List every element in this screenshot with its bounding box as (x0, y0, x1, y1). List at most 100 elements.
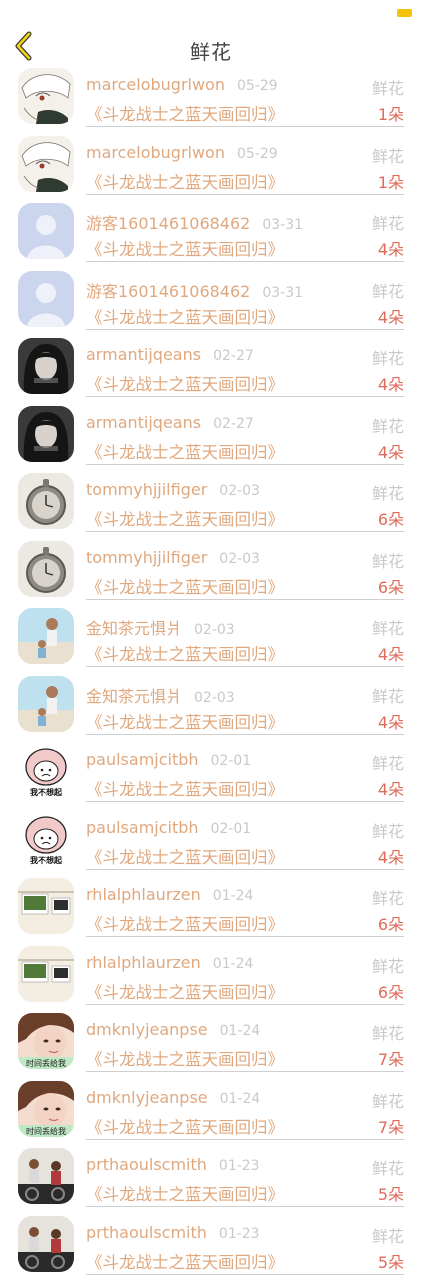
user-name[interactable]: tommyhjjilfiger 02-03 (86, 480, 260, 499)
list-item[interactable]: rhlalphlaurzen 01-24 《斗龙战士之蓝天画回归》 鲜花 6朵 (0, 944, 422, 1012)
book-title[interactable]: 《斗龙战士之蓝天画回归》 (86, 1046, 284, 1070)
list-item[interactable]: marcelobugrlwon 05-29 《斗龙战士之蓝天画回归》 鲜花 1朵 (0, 66, 422, 134)
row-divider (86, 1071, 404, 1072)
gift-date: 02-03 (219, 550, 260, 567)
book-title[interactable]: 《斗龙战士之蓝天画回归》 (86, 574, 284, 598)
avatar[interactable] (18, 473, 74, 529)
list-item[interactable]: 时间丢给我 dmknlyjeanpse 01-24 《斗龙战士之蓝天画回归》 鲜花 7朵 (0, 1011, 422, 1079)
row-divider (86, 598, 404, 600)
list-item[interactable]: tommyhjjilfiger 02-03 《斗龙战士之蓝天画回归》 鲜花 6朵 (0, 539, 422, 607)
user-name[interactable]: 游客1601461068462 03-31 (86, 210, 303, 234)
gift-date: 03-31 (262, 284, 304, 301)
gift-date: 01-24 (219, 1090, 261, 1107)
book-title[interactable]: 《斗龙战士之蓝天画回归》 (86, 776, 284, 800)
avatar[interactable]: 我不想起 (18, 743, 74, 799)
user-name[interactable]: rhlalphlaurzen 01-24 (86, 885, 253, 904)
book-title[interactable]: 《斗龙战士之蓝天画回归》 (86, 1114, 284, 1138)
user-name[interactable]: marcelobugrlwon 05-29 (86, 75, 278, 94)
avatar[interactable] (18, 135, 74, 192)
book-title[interactable]: 《斗龙战士之蓝天画回归》 (86, 371, 284, 395)
user-name-text: rhlalphlaurzen (86, 952, 201, 972)
avatar[interactable] (18, 945, 74, 1002)
nav-header: 鲜花 (0, 26, 422, 66)
list-item[interactable]: 金知茶元惧爿 02-03 《斗龙战士之蓝天画回归》 鲜花 4朵 (0, 674, 422, 742)
avatar[interactable] (18, 203, 74, 259)
user-name[interactable]: armantijqeans 02-27 (86, 413, 254, 432)
user-name[interactable]: marcelobugrlwon 05-29 (86, 143, 278, 162)
avatar[interactable] (18, 1215, 74, 1272)
book-title[interactable]: 《斗龙战士之蓝天画回归》 (86, 304, 284, 328)
book-title[interactable]: 《斗龙战士之蓝天画回归》 (86, 911, 284, 935)
user-name[interactable]: rhlalphlaurzen 01-24 (86, 953, 253, 972)
user-name[interactable]: 金知茶元惧爿 02-03 (86, 683, 235, 707)
list-item[interactable]: 我不想起 paulsamjcitbh 02-01 《斗龙战士之蓝天画回归》 鲜花 4朵 (0, 741, 422, 809)
row-divider (86, 733, 404, 735)
list-item[interactable]: 金知茶元惧爿 02-03 《斗龙战士之蓝天画回归》 鲜花 4朵 (0, 606, 422, 674)
list-item[interactable]: 游客1601461068462 03-31 《斗龙战士之蓝天画回归》 鲜花 4朵 (0, 201, 422, 269)
gift-type: 鲜花 (371, 214, 404, 233)
list-item[interactable]: prthaoulscmith 01-23 《斗龙战士之蓝天画回归》 鲜花 5朵 (0, 1214, 422, 1280)
gift-type: 鲜花 (371, 1226, 404, 1246)
user-name-text: prthaoulscmith (86, 1155, 207, 1174)
gift-count: 4朵 (377, 307, 404, 327)
avatar[interactable] (18, 1148, 74, 1204)
user-name[interactable]: 游客1601461068462 03-31 (86, 278, 303, 302)
avatar[interactable] (18, 405, 74, 462)
book-title[interactable]: 《斗龙战士之蓝天画回归》 (86, 641, 284, 665)
avatar[interactable] (18, 675, 74, 732)
avatar[interactable] (18, 878, 74, 934)
avatar[interactable]: 我不想起 (18, 810, 74, 867)
gift-count: 4朵 (377, 645, 404, 664)
list-item[interactable]: prthaoulscmith 01-23 《斗龙战士之蓝天画回归》 鲜花 5朵 (0, 1146, 422, 1214)
book-title[interactable]: 《斗龙战士之蓝天画回归》 (86, 236, 284, 260)
avatar[interactable]: 时间丢给我 (18, 1013, 74, 1069)
book-title[interactable]: 《斗龙战士之蓝天画回归》 (86, 506, 284, 530)
list-item[interactable]: tommyhjjilfiger 02-03 《斗龙战士之蓝天画回归》 鲜花 6朵 (0, 471, 422, 539)
avatar[interactable] (18, 270, 74, 327)
avatar[interactable] (18, 68, 74, 124)
user-name[interactable]: tommyhjjilfiger 02-03 (86, 548, 260, 567)
gift-date: 01-24 (212, 955, 254, 972)
gift-type: 鲜花 (371, 281, 404, 301)
user-name-text: 游客1601461068462 (86, 281, 251, 301)
book-title[interactable]: 《斗龙战士之蓝天画回归》 (86, 439, 284, 463)
book-title[interactable]: 《斗龙战士之蓝天画回归》 (86, 1249, 284, 1273)
gift-count: 4朵 (377, 847, 404, 867)
list-item[interactable]: 时间丢给我 dmknlyjeanpse 01-24 《斗龙战士之蓝天画回归》 鲜花 7朵 (0, 1079, 422, 1147)
book-title[interactable]: 《斗龙战士之蓝天画回归》 (86, 1181, 284, 1205)
list-item[interactable]: rhlalphlaurzen 01-24 《斗龙战士之蓝天画回归》 鲜花 6朵 (0, 876, 422, 944)
avatar[interactable]: 时间丢给我 (18, 1080, 74, 1137)
list-item[interactable]: armantijqeans 02-27 《斗龙战士之蓝天画回归》 鲜花 4朵 (0, 336, 422, 404)
user-name-text: marcelobugrlwon (86, 142, 225, 162)
list-item[interactable]: armantijqeans 02-27 《斗龙战士之蓝天画回归》 鲜花 4朵 (0, 404, 422, 472)
book-title[interactable]: 《斗龙战士之蓝天画回归》 (86, 169, 284, 193)
list-item[interactable]: marcelobugrlwon 05-29 《斗龙战士之蓝天画回归》 鲜花 1朵 (0, 134, 422, 202)
row-divider (86, 1138, 404, 1140)
gift-date: 01-24 (212, 888, 254, 904)
list-item[interactable]: 我不想起 paulsamjcitbh 02-01 《斗龙战士之蓝天画回归》 鲜花 4朵 (0, 809, 422, 877)
gift-count: 6朵 (377, 510, 404, 529)
gift-type: 鲜花 (371, 146, 404, 166)
user-name[interactable]: prthaoulscmith 01-23 (86, 1223, 260, 1242)
gift-date: 02-03 (194, 689, 235, 706)
avatar[interactable] (18, 338, 74, 394)
user-name[interactable]: dmknlyjeanpse 01-24 (86, 1088, 260, 1107)
book-title[interactable]: 《斗龙战士之蓝天画回归》 (86, 101, 284, 125)
book-title[interactable]: 《斗龙战士之蓝天画回归》 (86, 709, 284, 733)
gift-count: 4朵 (377, 712, 404, 732)
row-divider (86, 531, 404, 532)
user-name[interactable]: prthaoulscmith 01-23 (86, 1155, 260, 1174)
book-title[interactable]: 《斗龙战士之蓝天画回归》 (86, 979, 284, 1003)
avatar[interactable] (18, 540, 74, 597)
avatar[interactable] (18, 608, 74, 664)
user-name[interactable]: armantijqeans 02-27 (86, 345, 254, 364)
user-name[interactable]: paulsamjcitbh 02-01 (86, 750, 251, 769)
user-name-text: armantijqeans (86, 345, 202, 364)
gift-date: 02-03 (194, 622, 235, 638)
gift-type: 鲜花 (371, 416, 404, 436)
user-name[interactable]: dmknlyjeanpse 01-24 (86, 1020, 260, 1039)
book-title[interactable]: 《斗龙战士之蓝天画回归》 (86, 844, 284, 868)
user-name[interactable]: 金知茶元惧爿 02-03 (86, 615, 235, 639)
list-item[interactable]: 游客1601461068462 03-31 《斗龙战士之蓝天画回归》 鲜花 4朵 (0, 269, 422, 337)
user-name[interactable]: paulsamjcitbh 02-01 (86, 818, 251, 837)
